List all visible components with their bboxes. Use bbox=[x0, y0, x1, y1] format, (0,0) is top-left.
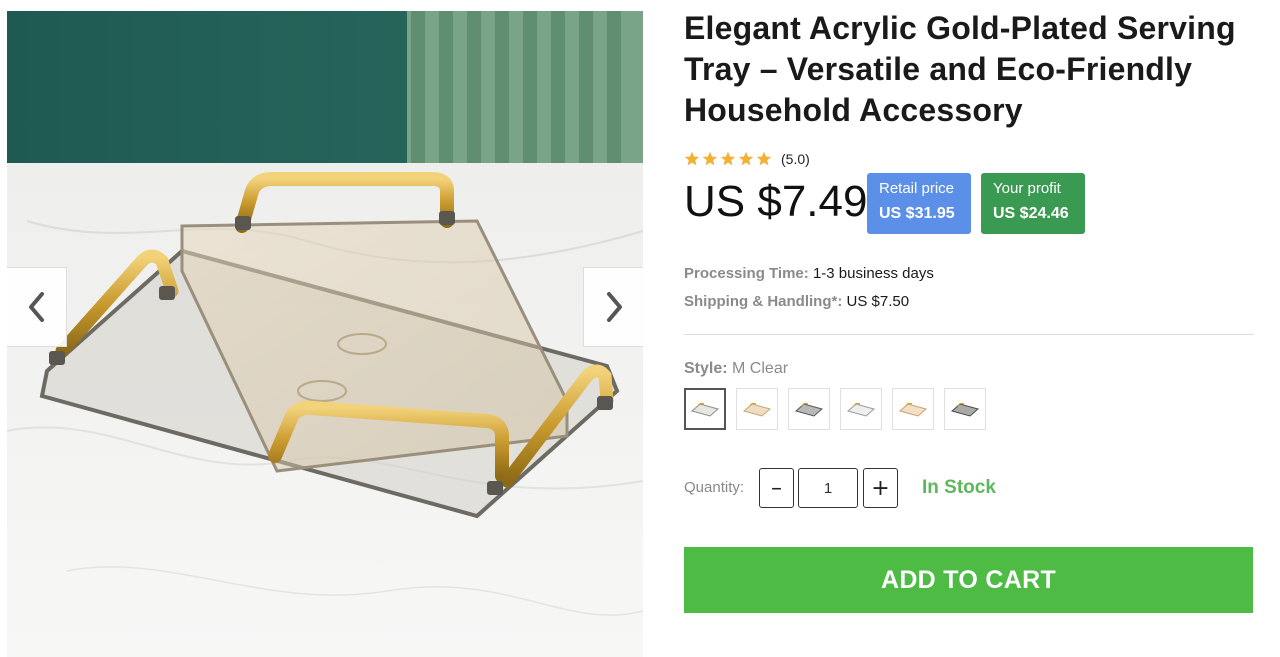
quantity-decrease-button[interactable]: – bbox=[759, 468, 794, 508]
quantity-label: Quantity: bbox=[684, 479, 745, 496]
product-image bbox=[7, 11, 643, 657]
tray-thumbnail-icon bbox=[690, 402, 720, 417]
add-to-cart-button[interactable]: ADD TO CART bbox=[684, 547, 1253, 613]
star-icon bbox=[738, 151, 754, 166]
style-label: Style: bbox=[684, 360, 728, 377]
profit-label: Your profit bbox=[993, 180, 1061, 197]
chevron-right-icon bbox=[606, 292, 622, 322]
chevron-left-icon bbox=[28, 292, 44, 322]
star-icon bbox=[720, 151, 736, 166]
product-price: US $7.49 bbox=[684, 177, 868, 226]
quantity-input[interactable] bbox=[798, 468, 858, 508]
style-swatches bbox=[684, 388, 986, 430]
retail-price-label: Retail price bbox=[879, 180, 955, 197]
shipping-handling: Shipping & Handling*: US $7.50 bbox=[684, 293, 909, 310]
processing-time-value: 1-3 business days bbox=[812, 265, 934, 282]
product-details: Elegant Acrylic Gold-Plated Serving Tray… bbox=[684, 8, 1254, 613]
tray-thumbnail-icon bbox=[794, 402, 824, 417]
shipping-label: Shipping & Handling*: bbox=[684, 293, 843, 310]
profit-value: US $24.46 bbox=[993, 205, 1069, 222]
style-swatch-grey-2[interactable] bbox=[944, 388, 986, 430]
product-gallery bbox=[7, 11, 643, 657]
retail-price-value: US $31.95 bbox=[879, 205, 955, 222]
processing-time: Processing Time: 1-3 business days bbox=[684, 265, 934, 282]
star-icon bbox=[756, 151, 772, 166]
product-rating: (5.0) bbox=[684, 151, 810, 167]
tray-thumbnail-icon bbox=[898, 402, 928, 417]
tray-thumbnail-icon bbox=[742, 402, 772, 417]
divider bbox=[684, 334, 1254, 335]
style-swatch-clear-2[interactable] bbox=[840, 388, 882, 430]
star-icon bbox=[702, 151, 718, 166]
retail-price-badge: Retail price US $31.95 bbox=[867, 173, 971, 234]
style-swatch-gold[interactable] bbox=[736, 388, 778, 430]
stock-status: In Stock bbox=[922, 477, 996, 498]
style-swatch-grey[interactable] bbox=[788, 388, 830, 430]
star-rating bbox=[684, 151, 772, 167]
star-icon bbox=[684, 151, 700, 166]
style-selected-value: M Clear bbox=[732, 360, 789, 377]
processing-time-label: Processing Time: bbox=[684, 265, 809, 282]
rating-value: (5.0) bbox=[781, 151, 810, 167]
gallery-prev-button[interactable] bbox=[7, 267, 67, 347]
tray-thumbnail-icon bbox=[846, 402, 876, 417]
shipping-value: US $7.50 bbox=[846, 293, 910, 310]
gallery-next-button[interactable] bbox=[583, 267, 643, 347]
profit-badge: Your profit US $24.46 bbox=[981, 173, 1085, 234]
product-title: Elegant Acrylic Gold-Plated Serving Tray… bbox=[684, 10, 1236, 128]
tray-thumbnail-icon bbox=[950, 402, 980, 417]
style-selector-label: Style: M Clear bbox=[684, 360, 788, 378]
style-swatch-gold-2[interactable] bbox=[892, 388, 934, 430]
style-swatch-clear[interactable] bbox=[684, 388, 726, 430]
quantity-increase-button[interactable]: + bbox=[863, 468, 898, 508]
